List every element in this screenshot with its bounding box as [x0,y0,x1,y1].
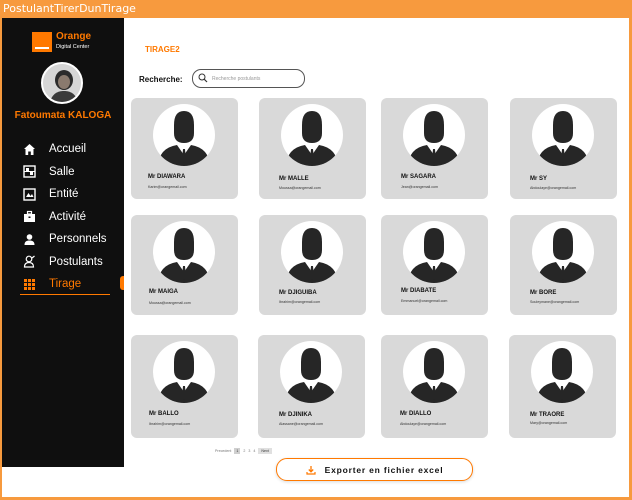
pagination-page[interactable]: 2 [243,449,245,453]
pagination: Precedent 1 2 3 4 Next [215,448,275,454]
sidebar-item-label: Salle [49,165,75,178]
candidate-name: Mr DIALLO [400,411,432,417]
sidebar: Orange Digital Center Fatoumata KALOGA A… [2,18,124,467]
sidebar-nav: Accueil Salle Entité Activité Personnels… [22,138,107,296]
user-name: Fatoumata KALOGA [14,110,112,121]
candidate-card[interactable]: Mr DIAWARA Karim@orangemail.com [131,98,238,199]
candidate-email: Emmanuel@orangemail.com [401,299,448,303]
candidate-card[interactable]: Mr TRAORE Mary@orangemail.com [509,335,616,438]
candidate-name: Mr DIABATE [401,288,437,294]
person-silhouette-icon [531,341,593,403]
pagination-page[interactable]: 3 [248,449,250,453]
candidate-name: Mr DJINIKA [279,412,313,418]
export-button-label: Exporter en fichier excel [324,464,444,475]
person-silhouette-icon [403,104,465,166]
person-silhouette-icon [153,221,215,283]
candidate-email: Moussa@orangemail.com [149,301,191,305]
candidate-name: Mr DJIGUIBA [279,290,317,296]
person-silhouette-icon [280,341,342,403]
person-silhouette-icon [532,221,594,283]
grid-icon [22,277,37,292]
candidate-email: Ibrahim@orangemail.com [149,422,191,426]
nav-divider [20,294,110,295]
active-tab-indicator [120,276,124,290]
candidate-email: Moussa@orangemail.com [279,186,321,190]
candidate-card[interactable]: Mr DIABATE Emmanuel@orangemail.com [381,215,488,315]
candidate-name: Mr DIAWARA [148,174,186,180]
download-icon [306,465,316,475]
candidate-email: Souleymane@orangemail.com [530,300,580,304]
sidebar-item-label: Entité [49,188,79,201]
app-frame: Orange Digital Center Fatoumata KALOGA A… [2,18,629,497]
export-excel-button[interactable]: Exporter en fichier excel [276,458,473,481]
search-input[interactable] [212,75,297,82]
sidebar-item-tirage[interactable]: Tirage [22,273,107,296]
pagination-next[interactable]: Next [258,448,272,454]
brand-name: Orange [56,31,92,42]
sidebar-item-postulants[interactable]: Postulants [22,251,107,274]
home-icon [22,142,37,157]
room-icon [22,164,37,179]
candidate-email: Mary@orangemail.com [530,421,568,425]
person-silhouette-icon [532,104,594,166]
candidate-email: Abdoulaye@orangemail.com [400,422,447,426]
sidebar-item-activite[interactable]: Activité [22,206,107,229]
sidebar-item-label: Postulants [49,255,103,268]
candidate-card[interactable]: Mr MALLE Moussa@orangemail.com [259,98,366,199]
sidebar-item-personnels[interactable]: Personnels [22,228,107,251]
candidate-card[interactable]: Mr MAIGA Moussa@orangemail.com [131,215,238,315]
candidate-card[interactable]: Mr BORE Souleymane@orangemail.com [510,215,617,315]
candidate-name: Mr BORE [530,290,557,296]
sidebar-item-label: Tirage [49,278,82,291]
person-silhouette-icon [281,104,343,166]
window-title: PostulantTirerDunTirage [3,2,136,15]
candidate-card[interactable]: Mr DJIGUIBA Ibrahim@orangemail.com [259,215,366,315]
candidate-card[interactable]: Mr SAGARA Jean@orangemail.com [381,98,488,199]
person-silhouette-icon [153,104,215,166]
search-box [192,69,305,88]
pagination-page[interactable]: 1 [234,448,241,454]
candidate-card[interactable]: Mr SY Abdoulaye@orangemail.com [510,98,617,199]
sidebar-item-label: Activité [49,210,87,223]
candidate-email: Ibrahim@orangemail.com [279,300,321,304]
candidate-email: Jean@orangemail.com [401,185,439,189]
candidate-email: Karim@orangemail.com [148,185,187,189]
candidate-card[interactable]: Mr BALLO Ibrahim@orangemail.com [131,335,238,438]
brand-logo[interactable]: Orange Digital Center [32,32,91,52]
applicants-icon [22,254,37,269]
sidebar-item-accueil[interactable]: Accueil [22,138,107,161]
candidate-card[interactable]: Mr DJINIKA Alassane@orangemail.com [258,335,365,438]
candidate-name: Mr SAGARA [401,174,437,180]
person-icon [22,232,37,247]
candidate-name: Mr TRAORE [530,412,565,418]
person-silhouette-icon [403,341,465,403]
pagination-page[interactable]: 4 [253,449,255,453]
candidate-name: Mr BALLO [149,411,179,417]
orange-logo-icon [32,32,52,52]
candidate-email: Abdoulaye@orangemail.com [530,186,577,190]
candidate-email: Alassane@orangemail.com [279,422,323,426]
candidate-card[interactable]: Mr DIALLO Abdoulaye@orangemail.com [381,335,488,438]
page-title: TIRAGE2 [145,45,180,54]
sidebar-item-salle[interactable]: Salle [22,161,107,184]
candidate-name: Mr MAIGA [149,289,178,295]
sidebar-item-label: Personnels [49,233,107,246]
candidate-name: Mr SY [530,176,548,182]
entity-icon [22,187,37,202]
search-label: Recherche: [139,75,183,84]
user-avatar[interactable] [41,62,83,104]
sidebar-item-entite[interactable]: Entité [22,183,107,206]
person-silhouette-icon [403,221,465,283]
search-icon [198,70,208,88]
brand-subtitle: Digital Center [56,44,90,50]
person-silhouette-icon [153,341,215,403]
person-silhouette-icon [281,221,343,283]
sidebar-item-label: Accueil [49,143,87,156]
briefcase-icon [22,209,37,224]
pagination-prev[interactable]: Precedent [215,449,231,453]
candidate-name: Mr MALLE [279,176,309,182]
